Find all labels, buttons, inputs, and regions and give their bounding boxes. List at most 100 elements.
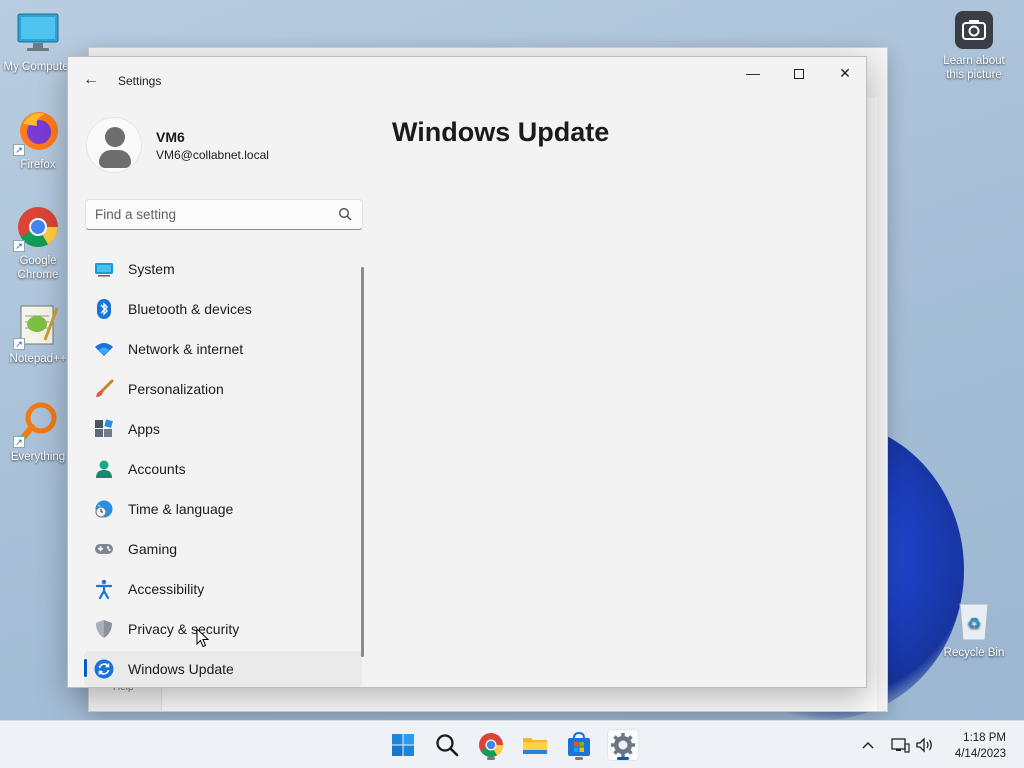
desktop-icon-label: Firefox bbox=[20, 159, 56, 171]
nav-item-label: System bbox=[128, 261, 175, 277]
desktop-icon-label: Notepad++ bbox=[9, 353, 67, 365]
gamepad-icon bbox=[94, 539, 114, 559]
minimize-button[interactable]: — bbox=[730, 57, 776, 89]
minimize-icon: — bbox=[746, 65, 760, 81]
apps-icon bbox=[94, 419, 114, 439]
nav-item-label: Accounts bbox=[128, 461, 186, 477]
nav-item-label: Gaming bbox=[128, 541, 178, 557]
running-indicator bbox=[617, 757, 629, 760]
maximize-button[interactable] bbox=[776, 57, 822, 89]
close-icon: ✕ bbox=[839, 65, 851, 81]
update-icon bbox=[94, 659, 114, 679]
taskbar-chrome-button[interactable] bbox=[475, 729, 507, 761]
desktop-icon-label: Everything bbox=[10, 451, 66, 463]
nav-item-apps[interactable]: Apps bbox=[84, 411, 362, 447]
avatar-body bbox=[99, 150, 131, 168]
chevron-up-icon bbox=[862, 741, 874, 749]
network-status-button[interactable] bbox=[890, 735, 910, 755]
desktop-icon-my-computer[interactable]: My Computer bbox=[0, 10, 76, 74]
desktop-icon-notepad-plus-plus[interactable]: ↗ Notepad++ bbox=[0, 302, 76, 366]
system-icon bbox=[94, 259, 114, 279]
page-title: Windows Update bbox=[392, 117, 610, 147]
chrome-icon: ↗ bbox=[13, 204, 61, 252]
user-name: VM6 bbox=[156, 129, 185, 145]
accounts-icon bbox=[94, 459, 114, 479]
nav-item-label: Personalization bbox=[128, 381, 224, 397]
nav-item-personalization[interactable]: Personalization bbox=[84, 371, 362, 407]
shortcut-arrow-icon: ↗ bbox=[13, 240, 25, 252]
mouse-cursor-icon bbox=[196, 628, 210, 648]
taskbar-file-explorer-button[interactable] bbox=[519, 729, 551, 761]
shortcut-arrow-icon: ↗ bbox=[13, 338, 25, 350]
nav-item-system[interactable]: System bbox=[84, 251, 362, 287]
settings-window: ← Settings — ✕ VM6 VM6@collabnet.local S… bbox=[67, 56, 867, 688]
active-indicator bbox=[84, 659, 87, 677]
taskbar: 1:18 PM 4/14/2023 bbox=[0, 720, 1024, 768]
clock[interactable]: 1:18 PM 4/14/2023 bbox=[955, 730, 1006, 762]
wifi-icon bbox=[94, 339, 114, 359]
svg-text:♻: ♻ bbox=[967, 614, 981, 633]
desktop-icon-label: Learn about this picture bbox=[943, 55, 1005, 81]
nav-item-gaming[interactable]: Gaming bbox=[84, 531, 362, 567]
clock-date: 4/14/2023 bbox=[954, 748, 1006, 760]
shortcut-arrow-icon: ↗ bbox=[13, 144, 25, 156]
back-arrow-icon: ← bbox=[83, 71, 99, 88]
nav-item-accounts[interactable]: Accounts bbox=[84, 451, 362, 487]
desktop-icon-everything[interactable]: ↗ Everything bbox=[0, 400, 76, 464]
desktop-icon-learn-about-picture[interactable]: Learn about this picture bbox=[936, 10, 1012, 82]
desktop-icon-google-chrome[interactable]: ↗ Google Chrome bbox=[0, 204, 76, 282]
volume-button[interactable] bbox=[915, 735, 935, 755]
search-icon bbox=[436, 734, 459, 757]
user-email: VM6@collabnet.local bbox=[156, 148, 269, 162]
nav-item-label: Windows Update bbox=[128, 661, 234, 677]
brush-icon bbox=[94, 379, 114, 399]
close-button[interactable]: ✕ bbox=[822, 57, 866, 89]
recycle-bin-icon: ♻ bbox=[954, 598, 994, 642]
accessibility-icon bbox=[94, 579, 114, 600]
taskbar-start-button[interactable] bbox=[387, 729, 419, 761]
desktop-icon-firefox[interactable]: ↗ Firefox bbox=[0, 108, 76, 172]
desktop-icon-label: My Computer bbox=[3, 61, 73, 73]
settings-nav: System Bluetooth & devices Network & int… bbox=[84, 251, 362, 687]
nav-item-time-language[interactable]: Time & language bbox=[84, 491, 362, 527]
search-input[interactable] bbox=[86, 200, 326, 229]
time-language-icon bbox=[94, 499, 114, 519]
desktop-icon-label: Google Chrome bbox=[17, 255, 59, 281]
nav-item-accessibility[interactable]: Accessibility bbox=[84, 571, 362, 607]
maximize-icon bbox=[794, 69, 804, 80]
speaker-icon bbox=[916, 737, 932, 753]
title-bar[interactable]: ← Settings — ✕ bbox=[68, 57, 866, 105]
nav-item-privacy-security[interactable]: Privacy & security bbox=[84, 611, 362, 647]
shield-icon bbox=[94, 619, 114, 639]
nav-item-label: Apps bbox=[128, 421, 160, 437]
shortcut-arrow-icon: ↗ bbox=[13, 436, 25, 448]
nav-item-network-internet[interactable]: Network & internet bbox=[84, 331, 362, 367]
show-hidden-icons-button[interactable] bbox=[858, 735, 878, 755]
search-icon[interactable] bbox=[338, 207, 352, 221]
desktop-icon-label: Recycle Bin bbox=[943, 647, 1005, 659]
taskbar-settings-button[interactable] bbox=[607, 729, 639, 761]
nav-item-label: Time & language bbox=[128, 501, 234, 517]
clock-time: 1:18 PM bbox=[963, 732, 1006, 744]
back-button[interactable]: ← bbox=[80, 69, 102, 91]
file-explorer-icon bbox=[523, 738, 547, 754]
camera-icon bbox=[954, 10, 994, 50]
nav-item-bluetooth-devices[interactable]: Bluetooth & devices bbox=[84, 291, 362, 327]
taskbar-search-button[interactable] bbox=[431, 729, 463, 761]
bluetooth-icon bbox=[94, 299, 114, 319]
monitor-icon bbox=[15, 10, 61, 56]
search-box[interactable] bbox=[85, 199, 363, 230]
firefox-icon: ↗ bbox=[13, 108, 61, 156]
nav-item-label: Network & internet bbox=[128, 341, 244, 357]
network-icon bbox=[891, 738, 910, 753]
nav-item-label: Bluetooth & devices bbox=[128, 301, 252, 317]
notepad-plus-plus-icon: ↗ bbox=[13, 302, 61, 350]
taskbar-store-button[interactable] bbox=[563, 729, 595, 761]
everything-search-icon: ↗ bbox=[13, 400, 61, 448]
desktop-icon-recycle-bin[interactable]: ♻ Recycle Bin bbox=[936, 598, 1012, 660]
nav-item-windows-update[interactable]: Windows Update bbox=[84, 651, 362, 687]
running-indicator bbox=[487, 757, 495, 760]
avatar[interactable] bbox=[86, 117, 142, 173]
start-icon bbox=[392, 734, 414, 756]
nav-scrollbar[interactable] bbox=[361, 267, 364, 657]
